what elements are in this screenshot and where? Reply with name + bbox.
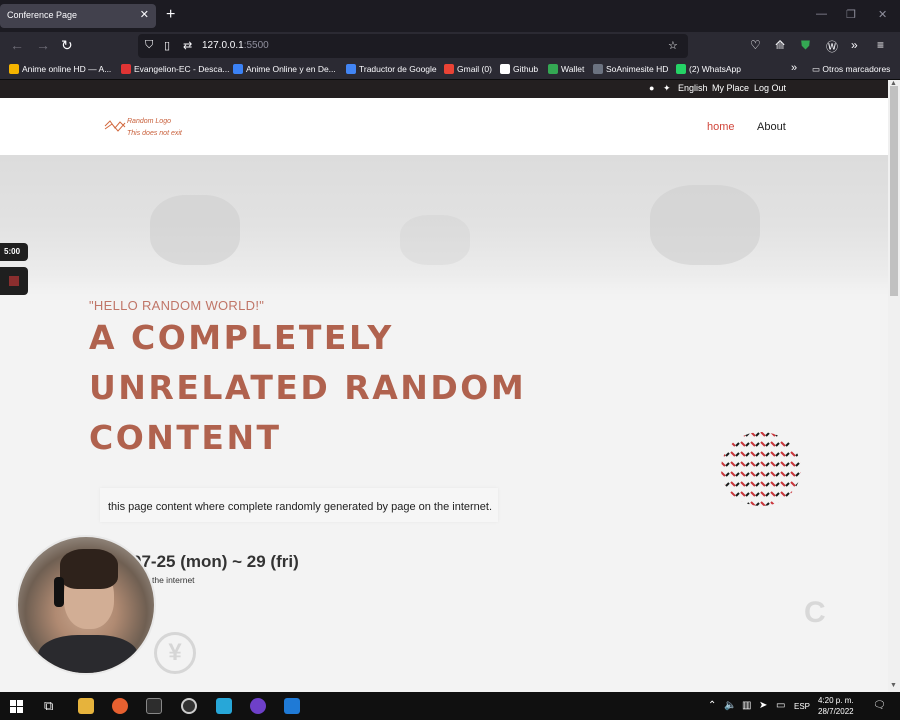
bookmark-star-icon[interactable]: ☆ bbox=[668, 39, 678, 52]
navigation-toolbar: ← → ↻ ⛉ ▯ ⇄ 127.0.0.1:5500 ☆ ♡ ⟰ ⛊ Ⓦ » ≡ bbox=[0, 32, 900, 60]
new-tab-button[interactable]: + bbox=[166, 6, 175, 24]
notifications-icon[interactable]: 🗨 bbox=[873, 700, 886, 711]
extension-icon[interactable]: ⟰ bbox=[775, 38, 785, 52]
page-icon[interactable]: ▯ bbox=[164, 39, 170, 52]
pocket-icon[interactable]: ♡ bbox=[750, 38, 761, 52]
stop-icon bbox=[9, 276, 19, 286]
obs-icon[interactable] bbox=[181, 698, 197, 714]
vscode-icon[interactable] bbox=[284, 698, 300, 714]
shield-icon[interactable]: ⛉ bbox=[145, 39, 153, 52]
hero-headline-line-1: A COMPLETELY bbox=[89, 318, 394, 357]
bookmark-item[interactable]: Traductor de Google bbox=[346, 64, 437, 74]
yen-coin-icon: ¥ bbox=[154, 632, 196, 674]
hero-headline-line-2: UNRELATED RANDOM bbox=[89, 368, 527, 407]
bookmark-item[interactable]: Anime Online y en De... bbox=[233, 64, 336, 74]
windows-start-icon[interactable] bbox=[10, 700, 23, 713]
scroll-down-icon[interactable]: ▼ bbox=[890, 682, 897, 689]
logo-line-1: Random Logo bbox=[127, 118, 171, 125]
clock-date: 28/7/2022 bbox=[818, 707, 854, 716]
tab-title: Conference Page bbox=[7, 10, 78, 20]
profile-w-icon[interactable]: Ⓦ bbox=[826, 38, 838, 55]
windows-taskbar: ⧉ ⌃ 🔈 ▥ ➤ ▭ ESP 4:20 p. m. 28/7/2022 🗨 bbox=[0, 692, 900, 720]
bookmark-item[interactable]: Anime online HD — A... bbox=[9, 64, 111, 74]
webpage-viewport: ● ✦ English My Place Log Out Random Logo… bbox=[0, 80, 888, 692]
twitter-icon[interactable]: ✦ bbox=[663, 83, 671, 94]
bookmark-item[interactable]: Gmail (0) bbox=[444, 64, 492, 74]
forward-icon[interactable]: → bbox=[36, 37, 50, 53]
decorative-pattern-circle bbox=[721, 432, 801, 506]
webcam-overlay bbox=[16, 535, 156, 675]
tray-app-icon[interactable]: ▥ bbox=[742, 700, 751, 711]
logo-line-2: This does not exit bbox=[127, 130, 182, 137]
other-bookmarks-folder[interactable]: ▭ Otros marcadores bbox=[812, 64, 890, 75]
timer-text: 5:00 bbox=[4, 247, 21, 256]
bookmark-favicon bbox=[121, 64, 131, 74]
stop-recording-button[interactable] bbox=[0, 267, 28, 295]
telegram-icon[interactable]: ➤ bbox=[759, 700, 767, 711]
back-icon[interactable]: ← bbox=[10, 37, 24, 53]
bookmark-favicon bbox=[500, 64, 510, 74]
github-desktop-icon[interactable] bbox=[250, 698, 266, 714]
network-icon[interactable]: ▭ bbox=[776, 700, 785, 711]
bookmarks-toolbar: Anime online HD — A... Evangelion-EC - D… bbox=[0, 60, 900, 80]
language-link[interactable]: English bbox=[678, 83, 708, 93]
clock-time: 4:20 p. m. bbox=[818, 696, 854, 705]
hero-headline-line-3: CONTENT bbox=[89, 418, 282, 457]
event-date: 07-25 (mon) ~ 29 (fri) bbox=[132, 552, 299, 571]
site-header: Random Logo This does not exit home Abou… bbox=[0, 98, 888, 155]
menu-icon[interactable]: ≡ bbox=[877, 38, 884, 52]
recording-timer: 5:00 bbox=[0, 243, 28, 261]
bookmark-favicon bbox=[9, 64, 19, 74]
hero-description: this page content where complete randoml… bbox=[108, 501, 493, 513]
tray-chevron-icon[interactable]: ⌃ bbox=[708, 700, 716, 711]
bookmark-favicon bbox=[346, 64, 356, 74]
bookmark-favicon bbox=[676, 64, 686, 74]
terminal-icon[interactable] bbox=[146, 698, 162, 714]
bookmark-item[interactable]: Evangelion-EC - Desca... bbox=[121, 64, 229, 74]
bookmark-item[interactable]: Wallet bbox=[548, 64, 584, 74]
hero-description-box: this page content where complete randoml… bbox=[100, 488, 498, 522]
page-scrollbar[interactable]: ▲ ▼ bbox=[888, 80, 900, 692]
adblock-shield-icon[interactable]: ⛊ bbox=[801, 38, 810, 53]
reload-icon[interactable]: ↻ bbox=[61, 37, 73, 54]
nav-about-link[interactable]: About bbox=[757, 121, 786, 133]
logout-link[interactable]: Log Out bbox=[754, 83, 786, 93]
system-clock[interactable]: 4:20 p. m. 28/7/2022 bbox=[818, 695, 854, 717]
firefox-icon[interactable] bbox=[112, 698, 128, 714]
hero-tagline: "HELLO RANDOM WORLD!" bbox=[89, 298, 265, 313]
task-view-icon[interactable]: ⧉ bbox=[44, 698, 53, 714]
c-shape-decoration: C bbox=[804, 596, 826, 629]
bookmark-favicon bbox=[444, 64, 454, 74]
url-text: 127.0.0.1:5500 bbox=[202, 40, 269, 51]
my-place-link[interactable]: My Place bbox=[712, 83, 749, 93]
permissions-icon[interactable]: ⇄ bbox=[183, 39, 192, 52]
tab-bar: Conference Page ✕ + — ❐ ✕ bbox=[0, 0, 900, 32]
bookmark-item[interactable]: SoAnimesite HD bbox=[593, 64, 668, 74]
bookmarks-overflow-icon[interactable]: » bbox=[791, 62, 797, 74]
overflow-chevron-icon[interactable]: » bbox=[851, 38, 858, 52]
bookmark-item[interactable]: Github bbox=[500, 64, 538, 74]
github-icon[interactable]: ● bbox=[649, 83, 654, 93]
nav-home-link[interactable]: home bbox=[707, 121, 735, 133]
hero-background-image bbox=[0, 155, 888, 295]
minimize-icon[interactable]: — bbox=[816, 8, 827, 20]
logo-text[interactable]: Random Logo This does not exit bbox=[127, 116, 182, 140]
bookmark-item[interactable]: (2) WhatsApp bbox=[676, 64, 741, 74]
app-icon[interactable] bbox=[216, 698, 232, 714]
language-indicator[interactable]: ESP bbox=[794, 702, 810, 711]
utility-bar: ● ✦ English My Place Log Out bbox=[0, 80, 888, 98]
volume-icon[interactable]: 🔈 bbox=[724, 700, 736, 711]
restore-icon[interactable]: ❐ bbox=[846, 8, 856, 21]
tab-close-icon[interactable]: ✕ bbox=[140, 8, 149, 21]
bookmark-favicon bbox=[233, 64, 243, 74]
bookmark-favicon bbox=[593, 64, 603, 74]
url-bar[interactable]: ⛉ ▯ ⇄ 127.0.0.1:5500 ☆ bbox=[138, 34, 688, 58]
tab-conference-page[interactable]: Conference Page ✕ bbox=[0, 4, 156, 28]
logo-icon[interactable] bbox=[104, 119, 126, 133]
scrollbar-thumb[interactable] bbox=[890, 86, 898, 296]
bookmark-favicon bbox=[548, 64, 558, 74]
close-window-icon[interactable]: ✕ bbox=[878, 8, 887, 21]
event-location: the internet bbox=[152, 575, 195, 585]
file-explorer-icon[interactable] bbox=[78, 698, 94, 714]
